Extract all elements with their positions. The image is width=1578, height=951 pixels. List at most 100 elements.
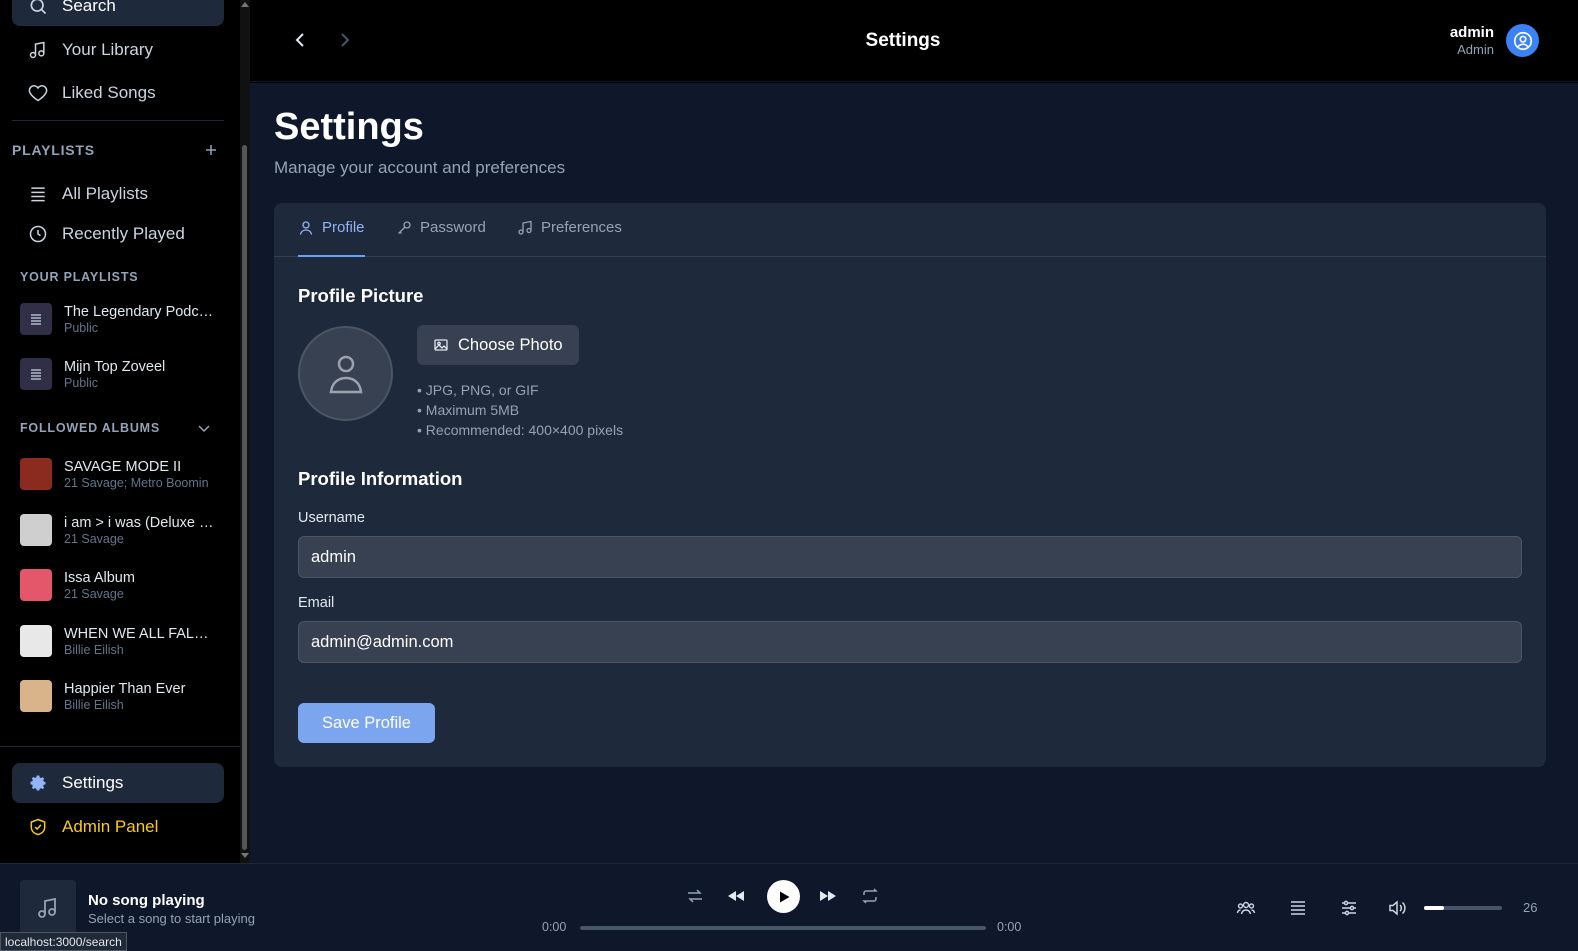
top-header: Settings admin Admin (250, 0, 1578, 82)
list-icon (31, 369, 41, 380)
volume-icon[interactable] (1387, 898, 1407, 918)
album-name: Issa Album (64, 569, 135, 586)
tab-preferences[interactable]: Preferences (517, 219, 622, 257)
email-field[interactable] (298, 621, 1522, 663)
tab-label: Password (420, 219, 486, 236)
sidebar-scrollbar[interactable] (240, 0, 250, 868)
album-artist: Billie Eilish (64, 697, 124, 712)
plus-icon[interactable] (203, 142, 219, 158)
scroll-up-arrow[interactable] (241, 2, 249, 7)
play-icon (779, 891, 789, 902)
sidebar-item-label: Settings (62, 773, 124, 792)
scroll-down-arrow[interactable] (241, 853, 249, 858)
friends-icon[interactable] (1236, 898, 1256, 918)
list-icon (31, 314, 41, 325)
user-info[interactable]: admin Admin (1450, 24, 1494, 57)
album-name: i am > i was (Deluxe Edition) (64, 514, 216, 531)
sidebar-item-label: Admin Panel (62, 817, 159, 836)
playlist-name: The Legendary Podcast (64, 303, 216, 320)
previous-icon[interactable] (726, 886, 746, 906)
album-artist: 21 Savage (64, 531, 124, 546)
choose-photo-button[interactable]: Choose Photo (417, 325, 579, 365)
photo-hint: • Recommended: 400×400 pixels (417, 422, 624, 438)
page-title: Settings (274, 106, 424, 148)
progress-bar[interactable] (580, 926, 986, 930)
playlists-section-title: PLAYLISTS (12, 142, 95, 158)
gear-icon (30, 775, 46, 791)
shield-check-icon (30, 818, 46, 836)
album-item[interactable]: SAVAGE MODE II 21 Savage; Metro Boomin (20, 454, 220, 494)
sidebar-item-search[interactable]: Search (12, 0, 224, 26)
sidebar-item-label: All Playlists (62, 184, 148, 203)
sidebar-item-recently-played[interactable]: Recently Played (12, 214, 224, 254)
main-content: Settings Manage your account and prefere… (250, 83, 1578, 863)
page-subtitle: Manage your account and preferences (274, 158, 566, 177)
chevron-down-icon[interactable] (196, 420, 212, 436)
scrollbar-thumb[interactable] (242, 145, 247, 850)
sidebar-item-label: Liked Songs (62, 83, 156, 102)
sidebar-item-label: Recently Played (62, 224, 185, 243)
play-button[interactable] (767, 880, 800, 913)
album-item[interactable]: WHEN WE ALL FALL ASLEEP, WHERE DO WE GO?… (20, 621, 220, 661)
music-note-icon (38, 897, 56, 918)
sidebar-item-all-playlists[interactable]: All Playlists (12, 174, 224, 214)
settings-tabs: Profile Password Preferences (274, 203, 1546, 257)
album-item[interactable]: Happier Than Ever Billie Eilish (20, 676, 220, 716)
username-label: Username (298, 510, 365, 526)
album-artist: 21 Savage (64, 586, 124, 601)
profile-avatar (298, 326, 393, 421)
album-item[interactable]: Issa Album 21 Savage (20, 565, 220, 605)
now-playing-subtitle: Select a song to start playing (88, 911, 255, 926)
sidebar-item-label: Search (62, 0, 116, 15)
now-playing-art (20, 880, 76, 936)
playlist-name: Mijn Top Zoveel (64, 358, 166, 375)
search-icon (30, 0, 47, 15)
user-icon (329, 355, 362, 393)
tab-label: Profile (322, 219, 365, 236)
volume-slider[interactable] (1424, 906, 1502, 910)
username-field[interactable] (298, 536, 1522, 578)
total-time: 0:00 (997, 920, 1022, 934)
volume-slider-fill (1424, 906, 1445, 910)
sidebar-item-library[interactable]: Your Library (12, 30, 224, 70)
status-bar-url: localhost:3000/search (0, 932, 127, 951)
repeat-icon[interactable] (860, 886, 880, 906)
shuffle-icon[interactable] (685, 886, 705, 906)
album-cover (20, 458, 52, 490)
divider (0, 746, 240, 747)
album-artist: 21 Savage; Metro Boomin (64, 475, 209, 490)
playlist-visibility: Public (64, 320, 99, 335)
album-item[interactable]: i am > i was (Deluxe Edition) 21 Savage (20, 510, 220, 550)
playlist-thumbnail (20, 303, 52, 335)
sidebar-item-label: Your Library (62, 40, 154, 59)
sidebar-item-admin-panel[interactable]: Admin Panel (12, 807, 224, 847)
equalizer-icon[interactable] (1339, 898, 1359, 918)
playlist-item[interactable]: The Legendary Podcast Public (20, 299, 220, 339)
player-bar: No song playing Select a song to start p… (0, 863, 1578, 951)
sidebar: Search Your Library Liked Songs PLAYLIST… (0, 0, 240, 868)
avatar[interactable] (1506, 24, 1539, 57)
playlist-thumbnail (20, 358, 52, 390)
album-cover (20, 514, 52, 546)
divider (12, 120, 224, 121)
clock-icon (29, 225, 47, 243)
followed-albums-title: FOLLOWED ALBUMS (20, 421, 160, 435)
save-profile-button[interactable]: Save Profile (298, 703, 435, 743)
queue-icon[interactable] (1288, 898, 1308, 918)
playlist-item[interactable]: Mijn Top Zoveel Public (20, 354, 220, 394)
music-note-icon (518, 220, 532, 235)
your-playlists-title: YOUR PLAYLISTS (20, 270, 139, 284)
settings-card: Profile Password Preferences Profile Pic… (274, 203, 1546, 767)
sidebar-item-settings[interactable]: Settings (12, 763, 224, 803)
profile-information-title: Profile Information (298, 468, 463, 489)
profile-picture-title: Profile Picture (298, 285, 424, 306)
album-cover (20, 680, 52, 712)
header-title: Settings (865, 30, 941, 51)
album-name: SAVAGE MODE II (64, 458, 182, 475)
tab-password[interactable]: Password (396, 219, 486, 257)
tab-profile[interactable]: Profile (298, 219, 365, 257)
sidebar-item-liked-songs[interactable]: Liked Songs (12, 73, 224, 113)
photo-hint: • JPG, PNG, or GIF (417, 382, 539, 398)
album-cover (20, 625, 52, 657)
next-icon[interactable] (818, 886, 838, 906)
